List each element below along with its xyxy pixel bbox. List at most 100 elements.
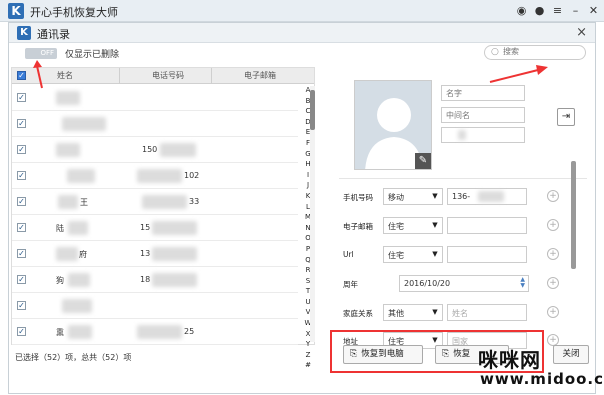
add-email-icon[interactable]: + <box>547 219 559 231</box>
row-checkbox[interactable]: ✓ <box>17 93 26 102</box>
blurred-name <box>62 299 92 313</box>
row-phone: 150 <box>142 145 158 154</box>
table-row[interactable]: ✓ <box>12 85 298 111</box>
url-label: Url <box>343 250 354 259</box>
row-phone: 25 <box>184 327 195 336</box>
row-checkbox[interactable]: ✓ <box>17 249 26 258</box>
blurred-name <box>62 117 106 131</box>
contacts-table: ✓ 姓名 电话号码 电子邮箱 ✓ ✓ ✓ 150 ✓ 102 ✓ 王 33 ✓ … <box>11 67 315 369</box>
row-name: 王 <box>80 198 88 207</box>
table-row[interactable]: ✓ 熏 25 <box>12 319 298 345</box>
row-checkbox[interactable]: ✓ <box>17 119 26 128</box>
row-checkbox[interactable]: ✓ <box>17 301 26 310</box>
window-controls: ◉ ● ≡ – ✕ <box>515 4 600 17</box>
blurred-phone <box>137 325 182 339</box>
row-name: 熏 <box>56 328 64 337</box>
app-title: 开心手机恢复大师 <box>30 6 118 19</box>
row-checkbox[interactable]: ✓ <box>17 197 26 206</box>
blurred-phone <box>152 273 197 287</box>
email-type-value: 住宅 <box>388 222 404 231</box>
row-phone: 102 <box>184 171 200 180</box>
table-row[interactable]: ✓ 150 <box>12 137 298 163</box>
table-scroll-thumb[interactable] <box>310 90 315 130</box>
blurred-phone <box>137 169 182 183</box>
row-name: 狗 <box>56 276 64 285</box>
export-contact-button[interactable]: ⇥ <box>557 108 575 126</box>
row-checkbox[interactable]: ✓ <box>17 275 26 284</box>
relation-type-select[interactable]: 其他 ▼ <box>383 304 443 321</box>
add-url-icon[interactable]: + <box>547 248 559 260</box>
chevron-down-icon: ▼ <box>432 250 438 258</box>
contact-avatar[interactable]: ✎ <box>354 80 432 170</box>
table-row[interactable]: ✓ 王 33 <box>12 189 298 215</box>
email-field[interactable] <box>447 217 527 234</box>
row-checkbox[interactable]: ✓ <box>17 171 26 180</box>
watermark-text: 咪咪网 <box>478 348 541 372</box>
deleted-only-toggle[interactable]: OFF <box>25 48 57 59</box>
header-separator <box>211 68 212 84</box>
date-spinner-icon[interactable]: ▲ ▼ <box>520 277 525 289</box>
relation-name-field[interactable]: 姓名 <box>447 304 527 321</box>
mobile-type-select[interactable]: 移动 ▼ <box>383 188 443 205</box>
app-logo: K <box>8 3 24 19</box>
alphabet-letter[interactable]: Z <box>304 350 312 361</box>
dialog-logo: K <box>17 26 31 40</box>
select-all-checkbox[interactable]: ✓ <box>17 71 26 80</box>
row-checkbox[interactable]: ✓ <box>17 327 26 336</box>
blurred-name <box>56 91 80 105</box>
anniversary-label: 周年 <box>343 280 358 289</box>
relation-placeholder: 姓名 <box>452 309 468 318</box>
wechat-icon[interactable]: ◉ <box>515 4 528 17</box>
email-type-select[interactable]: 住宅 ▼ <box>383 217 443 234</box>
chevron-down-icon: ▼ <box>432 221 438 229</box>
row-phone: 18 <box>140 275 151 284</box>
row-checkbox[interactable]: ✓ <box>17 223 26 232</box>
add-mobile-icon[interactable]: + <box>547 190 559 202</box>
add-relation-icon[interactable]: + <box>547 306 559 318</box>
add-anniversary-icon[interactable]: + <box>547 277 559 289</box>
table-row[interactable]: ✓ <box>12 293 298 319</box>
chevron-down-icon: ▼ <box>432 192 438 200</box>
arrow-annotation-right <box>489 65 548 83</box>
form-row-email: 电子邮箱 住宅 ▼ + <box>339 212 579 240</box>
watermark-url: www.midoo.cc <box>480 370 604 388</box>
header-phone[interactable]: 电话号码 <box>152 70 184 81</box>
dialog-close-icon[interactable]: × <box>576 25 587 40</box>
minimize-icon[interactable]: – <box>569 4 582 17</box>
blurred-name <box>58 195 78 209</box>
header-email[interactable]: 电子邮箱 <box>244 70 276 81</box>
alphabet-letter[interactable]: # <box>304 360 312 371</box>
url-field[interactable] <box>447 246 527 263</box>
table-row[interactable]: ✓ 102 <box>12 163 298 189</box>
table-header: ✓ 姓名 电话号码 电子邮箱 <box>12 68 314 84</box>
close-icon[interactable]: ✕ <box>587 4 600 17</box>
table-row[interactable]: ✓ 府 13 <box>12 241 298 267</box>
search-input[interactable] <box>503 47 583 56</box>
menu-icon[interactable]: ≡ <box>551 4 564 17</box>
row-name: 府 <box>79 250 87 259</box>
table-row[interactable]: ✓ <box>12 111 298 137</box>
chat-icon[interactable]: ● <box>533 4 546 17</box>
first-name-field[interactable] <box>441 85 525 101</box>
middle-name-field[interactable] <box>441 107 525 123</box>
close-button[interactable]: 关闭 <box>553 345 589 364</box>
email-label: 电子邮箱 <box>343 222 373 231</box>
last-name-field[interactable] <box>441 127 525 143</box>
form-row-mobile: 手机号码 移动 ▼ 136- + <box>339 183 579 211</box>
search-box[interactable]: ○ <box>484 45 586 60</box>
row-checkbox[interactable]: ✓ <box>17 145 26 154</box>
form-scrollbar[interactable] <box>571 161 576 269</box>
relation-label: 家庭关系 <box>343 309 373 318</box>
url-type-select[interactable]: 住宅 ▼ <box>383 246 443 263</box>
edit-photo-icon[interactable]: ✎ <box>415 153 431 169</box>
table-row[interactable]: ✓ 狗 18 <box>12 267 298 293</box>
blurred-phone <box>152 247 197 261</box>
table-scrollbar[interactable] <box>310 86 315 342</box>
deleted-only-label: 仅显示已删除 <box>65 50 120 60</box>
form-row-anniversary: 周年 2016/10/20 ▲ ▼ + <box>339 270 579 298</box>
anniversary-date-field[interactable]: 2016/10/20 ▲ ▼ <box>399 275 529 292</box>
blurred-name <box>68 325 92 339</box>
table-row[interactable]: ✓ 陆 15 <box>12 215 298 241</box>
mobile-field[interactable]: 136- <box>447 188 527 205</box>
header-name[interactable]: 姓名 <box>57 70 73 81</box>
